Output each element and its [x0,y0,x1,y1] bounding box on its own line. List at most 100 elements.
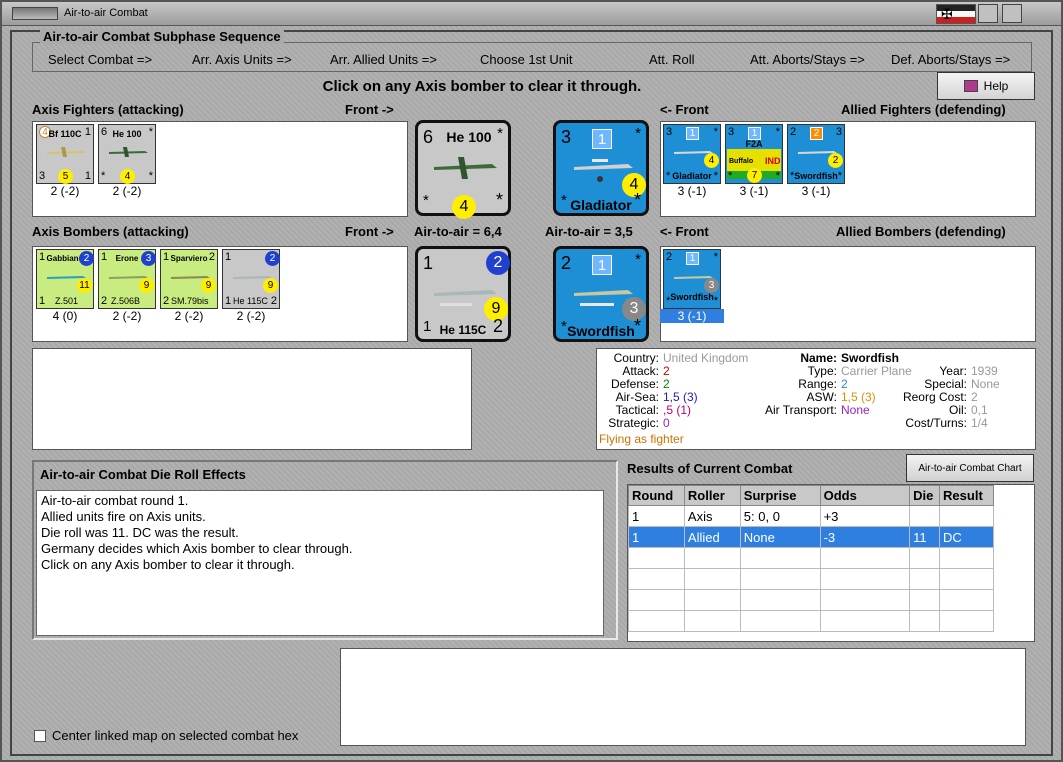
cell: -3 [819,526,911,548]
tactical-label: Tactical: [615,403,659,417]
big-allied-bomber-tr: * [635,251,641,268]
counter-swordfish-f-bl: * [790,170,795,182]
allied-bombers-label: Allied Bombers (defending) [836,224,1006,239]
counter-swordfish-f-tl: 2 [790,126,797,138]
type-label: Type: [807,364,837,378]
table-row [628,547,994,569]
cell: 1 [628,505,685,527]
center-map-option[interactable]: Center linked map on selected combat hex [34,728,298,743]
counter-he115c-circle: 9 [263,278,278,293]
cost-label: Cost/Turns: [905,416,967,430]
minimize-button[interactable] [978,4,998,23]
counter-gabbiano[interactable]: 1 Gabbiano 2 11 1 Z.501 [36,249,94,309]
counter-f2a-tag: IND [765,156,781,166]
table-row[interactable]: 1 Allied None -3 11 DC [628,526,994,548]
axis-fighters-label: Axis Fighters (attacking) [32,102,184,117]
big-allied-fighter-counter[interactable]: 3 1 * 4 * Gladiator * [553,120,649,216]
front-right-label-2: Front -> [345,224,394,239]
title-bar[interactable]: Air-to-air Combat ✠ [2,2,1061,26]
counter-f2a-tr: * [775,126,780,138]
big-axis-fighter-br: * [495,190,503,210]
cell: DC [939,526,994,548]
country-label: Country: [613,351,659,365]
big-allied-bomber-counter[interactable]: 2 1 * 3 * Swordfish * [553,246,649,342]
counter-f2a-circle: 7 [747,168,762,183]
plane-icon [434,157,497,179]
counter-gladiator-bl: * [666,170,671,182]
counter-erone-tr: 3 [141,251,156,266]
counter-swordfish-bomber[interactable]: 2 1 * 3 Swordfish * * [663,249,721,309]
range-label: Range: [798,377,837,391]
big-axis-bomber-tl: 1 [423,253,434,273]
counter-he115c-value: 2 (-2) [236,309,266,323]
year-value: 1939 [971,364,998,378]
col-odds[interactable]: Odds [819,485,911,506]
counter-swordfish-b-tr: * [713,251,718,263]
col-result[interactable]: Result [939,485,994,506]
air-to-air-chart-button[interactable]: Air-to-air Combat Chart [906,454,1034,482]
counter-swordfish-b-br: * [713,295,718,307]
map-preview-panel [340,648,1026,746]
counter-erone-bl: 2 [101,295,108,307]
counter-gladiator-small[interactable]: 3 1 * 4 Gladiator * * [663,124,721,184]
counter-swordfish-fighter-value: 3 (-1) [801,184,831,198]
axis-unit-info-panel [32,348,472,450]
big-axis-fighter-counter[interactable]: 6 He 100 * * 4 * [415,120,511,219]
center-map-checkbox[interactable] [34,729,46,742]
big-allied-fighter-br: * [633,190,641,210]
counter-he115c-small[interactable]: 1 2 9 1 He 115C 2 [222,249,280,309]
counter-he115c-tr: 2 [265,251,280,266]
year-label: Year: [939,364,967,378]
col-surprise[interactable]: Surprise [739,485,821,506]
counter-f2a-value: 3 (-1) [739,184,769,198]
counter-bf110c[interactable]: 4 Bf 110C 1 3 5 1 [36,124,94,184]
counter-erone[interactable]: 1 Erone 3 9 2 Z.506B [98,249,156,309]
allied-fighters-label: Allied Fighters (defending) [841,102,1006,117]
counter-f2a[interactable]: 3 1 * F2A Buffalo IND 7 * * [725,124,783,184]
cell: 5: 0, 0 [739,505,821,527]
counter-f2a-name: F2A [745,139,763,149]
big-allied-fighter-tl: 3 [561,127,572,147]
counter-he115c-code: He 115C [233,296,268,306]
table-row[interactable]: 1 Axis 5: 0, 0 +3 [628,505,994,527]
help-button[interactable]: Help [937,72,1035,100]
counter-he100-value: 2 (-2) [112,184,142,198]
german-flag-icon: ✠ [936,4,976,24]
die-effects-line: Die roll was 11. DC was the result. [41,525,239,540]
col-round[interactable]: Round [628,485,685,506]
center-map-label: Center linked map on selected combat hex [52,728,299,743]
counter-gabbiano-bl: 1 [39,295,46,307]
counter-gladiator-square: 1 [686,127,699,140]
airsea-label: Air-Sea: [615,390,659,404]
counter-swordfish-fighter[interactable]: 2 2 3 2 Swordfish * * [787,124,845,184]
counter-he100-br: * [148,170,153,182]
die-effects-line: Click on any Axis bomber to clear it thr… [41,557,295,572]
die-effects-line: Germany decides which Axis bomber to cle… [41,541,353,556]
counter-he115c-bl: 1 [225,295,232,307]
front-left-label-2: <- Front [660,224,709,239]
oil-value: 0,1 [971,403,988,417]
counter-he100-small[interactable]: 6 He 100 * * 4 * [98,124,156,184]
counter-bf110c-tr: 1 [84,126,91,138]
subphase-sequence-title: Air-to-air Combat Subphase Sequence [40,29,284,44]
big-axis-bomber-counter[interactable]: 1 2 9 1 He 115C 2 [415,246,511,342]
reorg-value: 2 [971,390,978,404]
cell: 1 [628,526,685,548]
table-row [628,610,994,632]
axis-bombers-label: Axis Bombers (attacking) [32,224,189,239]
cost-value: 1/4 [971,416,988,430]
counter-he100-circle: 4 [120,169,135,184]
seq-step-select-combat: Select Combat => [48,52,153,67]
window-menu-handle[interactable] [12,7,58,20]
counter-bf110c-br: 1 [84,170,91,182]
results-title: Results of Current Combat [627,461,793,476]
counter-sparviero[interactable]: 1 Sparviero 2 9 2 SM.79bis [160,249,218,309]
col-die[interactable]: Die [909,485,941,506]
front-left-label-1: <- Front [660,102,709,117]
big-allied-fighter-tr: * [635,125,641,142]
close-button[interactable] [1002,4,1022,23]
special-value: None [971,377,1000,391]
col-roller[interactable]: Roller [683,485,741,506]
counter-he115c-tl: 1 [225,251,232,263]
airsea-value: 1,5 (3) [663,390,698,404]
